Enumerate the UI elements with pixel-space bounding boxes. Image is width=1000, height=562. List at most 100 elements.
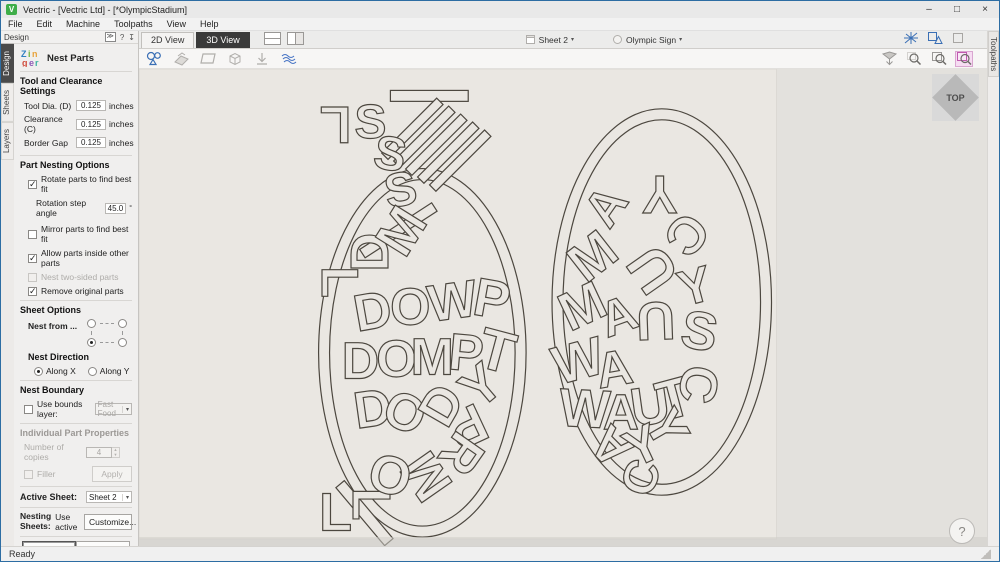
smart-snap-icon[interactable] [903,31,919,45]
sign-selector[interactable]: Olympic Sign▾ [612,34,682,45]
nest-parts-tool-icon[interactable] [145,51,163,67]
nest-from-top-left-radio[interactable] [87,319,96,328]
border-gap-input[interactable]: 0.125 [76,137,106,148]
part-properties-heading: Individual Part Properties [20,428,132,438]
split-vertical-icon[interactable] [287,32,304,45]
panel-header-title: Design [4,33,29,42]
menu-help[interactable]: Help [193,19,226,29]
split-horizontal-icon[interactable] [264,32,281,45]
svg-text:g: g [22,58,28,67]
use-bounds-label: Use bounds layer: [37,399,91,419]
panel-help-icon[interactable]: ? [120,33,124,42]
remove-original-label: Remove original parts [41,286,124,296]
sheet-options-heading: Sheet Options [20,305,132,315]
vectric-window: V Vectric - [Vectric Ltd] - [*OlympicSta… [0,0,1000,562]
sidebar-tab-design[interactable]: Design [1,44,14,83]
zoom-extents-icon[interactable] [955,51,973,67]
nest-from-bottom-left-radio[interactable] [87,338,96,347]
mirror-parts-label: Mirror parts to find best fit [41,224,132,244]
mirror-parts-checkbox[interactable] [28,230,37,239]
titlebar: V Vectric - [Vectric Ltd] - [*OlympicSta… [1,1,999,18]
nesting-sheets-mode: Use active [55,512,80,532]
tab-2d-view[interactable]: 2D View [141,32,194,48]
border-gap-unit: inches [109,138,134,148]
sign-icon [612,34,623,45]
menu-machine[interactable]: Machine [59,19,107,29]
create-border-icon[interactable] [199,51,217,67]
use-bounds-checkbox[interactable] [24,405,33,414]
maximize-button[interactable]: □ [943,4,971,15]
sidebar-tab-sheets[interactable]: Sheets [1,83,14,122]
menu-toolpaths[interactable]: Toolpaths [107,19,160,29]
sheet-selector[interactable]: Sheet 2▾ [525,34,574,45]
geometry-snap-icon[interactable] [927,31,943,45]
nest-canvas[interactable]: LSSSLLLDMDOWPDOMPTYDODPRMOYACMUYMAUSWAWA… [139,69,987,546]
panel-pin-icon[interactable]: ↧ [128,33,135,42]
divider [20,300,132,301]
clearance-input[interactable]: 0.125 [76,119,106,130]
active-sheet-dropdown[interactable]: Sheet 2 [86,491,132,503]
divider [20,536,132,537]
nest-from-bottom-right-radio[interactable] [118,338,127,347]
box-3d-icon[interactable] [226,51,244,67]
copies-spinner: ▲▼ [112,447,120,458]
rotation-step-label: Rotation step angle [36,198,101,218]
help-button[interactable]: ? [949,518,975,544]
svg-text:U: U [635,290,676,351]
tool-dia-input[interactable]: 0.125 [76,100,106,111]
panel-collapse-icon[interactable]: ≫ [105,32,116,42]
sheet-icon [525,34,536,45]
grid-snap-icon[interactable] [951,31,965,45]
app-icon: V [6,4,17,15]
tool-dia-unit: inches [109,101,134,111]
along-x-label: Along X [46,366,76,376]
menu-view[interactable]: View [160,19,193,29]
two-sided-label: Nest two-sided parts [41,272,118,282]
resize-grip[interactable] [981,549,991,559]
two-sided-checkbox [28,273,37,282]
view-cube[interactable]: TOP [932,74,979,121]
along-y-radio[interactable] [88,367,97,376]
view-cube-label: TOP [946,93,964,103]
customize-button[interactable]: Customize... [84,514,132,530]
menu-file[interactable]: File [1,19,30,29]
tool-dia-label: Tool Dia. (D) [24,101,76,111]
design-panel: Design ≫ ? ↧ Design Sheets Layers Z [1,31,139,546]
active-sheet-label: Active Sheet: [20,492,77,502]
set-material-icon[interactable] [172,51,190,67]
status-text: Ready [9,549,35,559]
divider [20,155,132,156]
close-button[interactable]: × [971,4,999,15]
svg-text:e: e [29,58,34,67]
drape-waves-icon[interactable] [280,51,298,67]
view-toolbar [139,49,987,69]
divider [20,423,132,424]
sidebar-tab-layers[interactable]: Layers [1,122,14,160]
tool-dia-row: Tool Dia. (D) 0.125 inches [24,100,134,111]
menu-edit[interactable]: Edit [30,19,60,29]
toolpaths-tab[interactable]: Toolpaths [988,31,999,77]
rotate-parts-checkbox[interactable] [28,180,37,189]
menubar: File Edit Machine Toolpaths View Help [1,18,999,31]
zoom-selection-icon[interactable] [930,51,948,67]
canvas-area: LSSSLLLDMDOWPDOMPTYDODPRMOYACMUYMAUSWAWA… [139,69,987,546]
dash-line [100,323,114,324]
rotation-step-input[interactable]: 45.0 [105,203,126,214]
along-x-radio[interactable] [34,367,43,376]
svg-text:L: L [320,96,352,154]
toggle-shading-icon[interactable] [880,51,898,67]
tab-3d-view[interactable]: 3D View [196,32,249,48]
divider [20,71,132,72]
border-gap-row: Border Gap 0.125 inches [24,137,134,148]
nest-from-label: Nest from ... [28,321,77,331]
degree-symbol: ° [129,205,132,212]
drop-down-arrow-icon[interactable] [253,51,271,67]
minimize-button[interactable]: – [915,4,943,15]
nest-from-top-right-radio[interactable] [118,319,127,328]
clearance-unit: inches [109,119,134,129]
divider [20,486,132,487]
remove-original-checkbox[interactable] [28,287,37,296]
zoom-in-icon[interactable] [905,51,923,67]
border-gap-label: Border Gap [24,138,76,148]
allow-inside-checkbox[interactable] [28,254,37,263]
